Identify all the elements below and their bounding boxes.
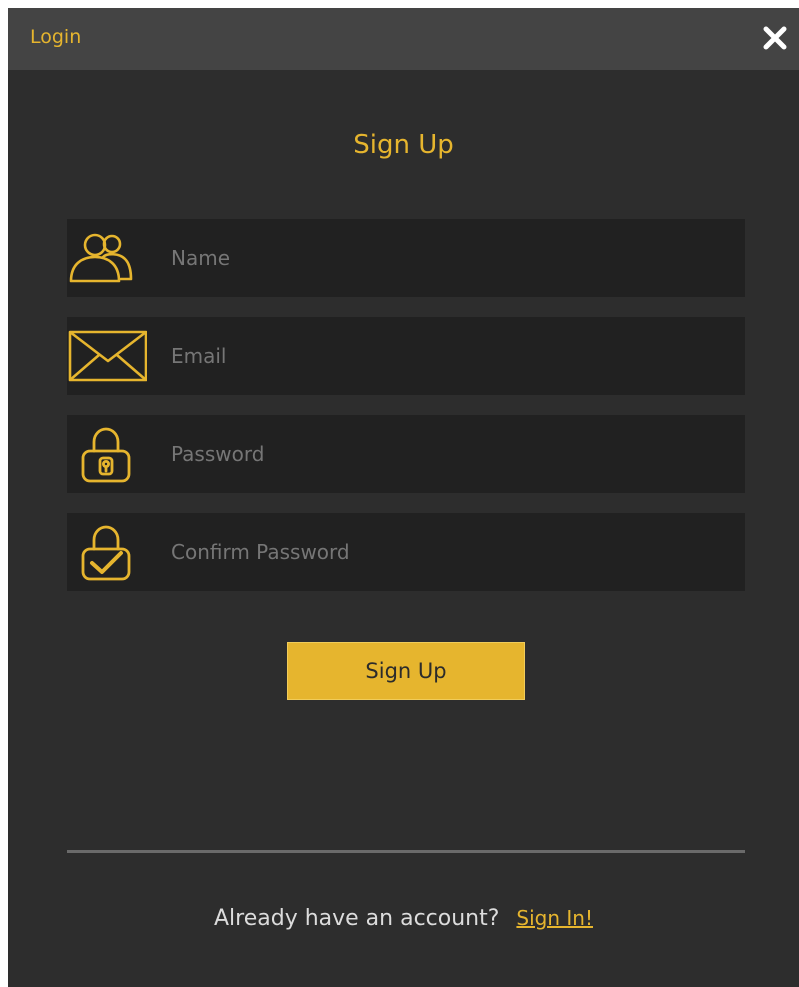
close-icon bbox=[763, 26, 787, 50]
form-heading: Sign Up bbox=[353, 130, 454, 160]
lock-check-icon bbox=[81, 525, 131, 581]
password-field bbox=[67, 415, 745, 493]
sign-up-button[interactable]: Sign Up bbox=[287, 642, 525, 700]
name-field bbox=[67, 219, 745, 297]
users-icon bbox=[69, 233, 133, 283]
sign-in-prompt: Already have an account? bbox=[213, 906, 500, 931]
envelope-icon bbox=[68, 330, 147, 382]
email-input[interactable] bbox=[163, 317, 741, 395]
sign-in-link[interactable]: Sign In! bbox=[516, 906, 593, 930]
name-input[interactable] bbox=[163, 219, 741, 297]
window-title: Login bbox=[30, 26, 82, 48]
password-input[interactable] bbox=[163, 415, 741, 493]
confirm-password-input[interactable] bbox=[163, 513, 741, 591]
email-field bbox=[67, 317, 745, 395]
close-button[interactable] bbox=[757, 20, 793, 56]
lock-icon bbox=[81, 427, 131, 483]
footer: Already have an account? Sign In! bbox=[8, 906, 799, 931]
confirm-password-field bbox=[67, 513, 745, 591]
title-bar: Login bbox=[8, 8, 799, 70]
divider bbox=[67, 850, 745, 853]
login-window: Login Sign Up Name Email Sign Up Already… bbox=[8, 8, 799, 987]
